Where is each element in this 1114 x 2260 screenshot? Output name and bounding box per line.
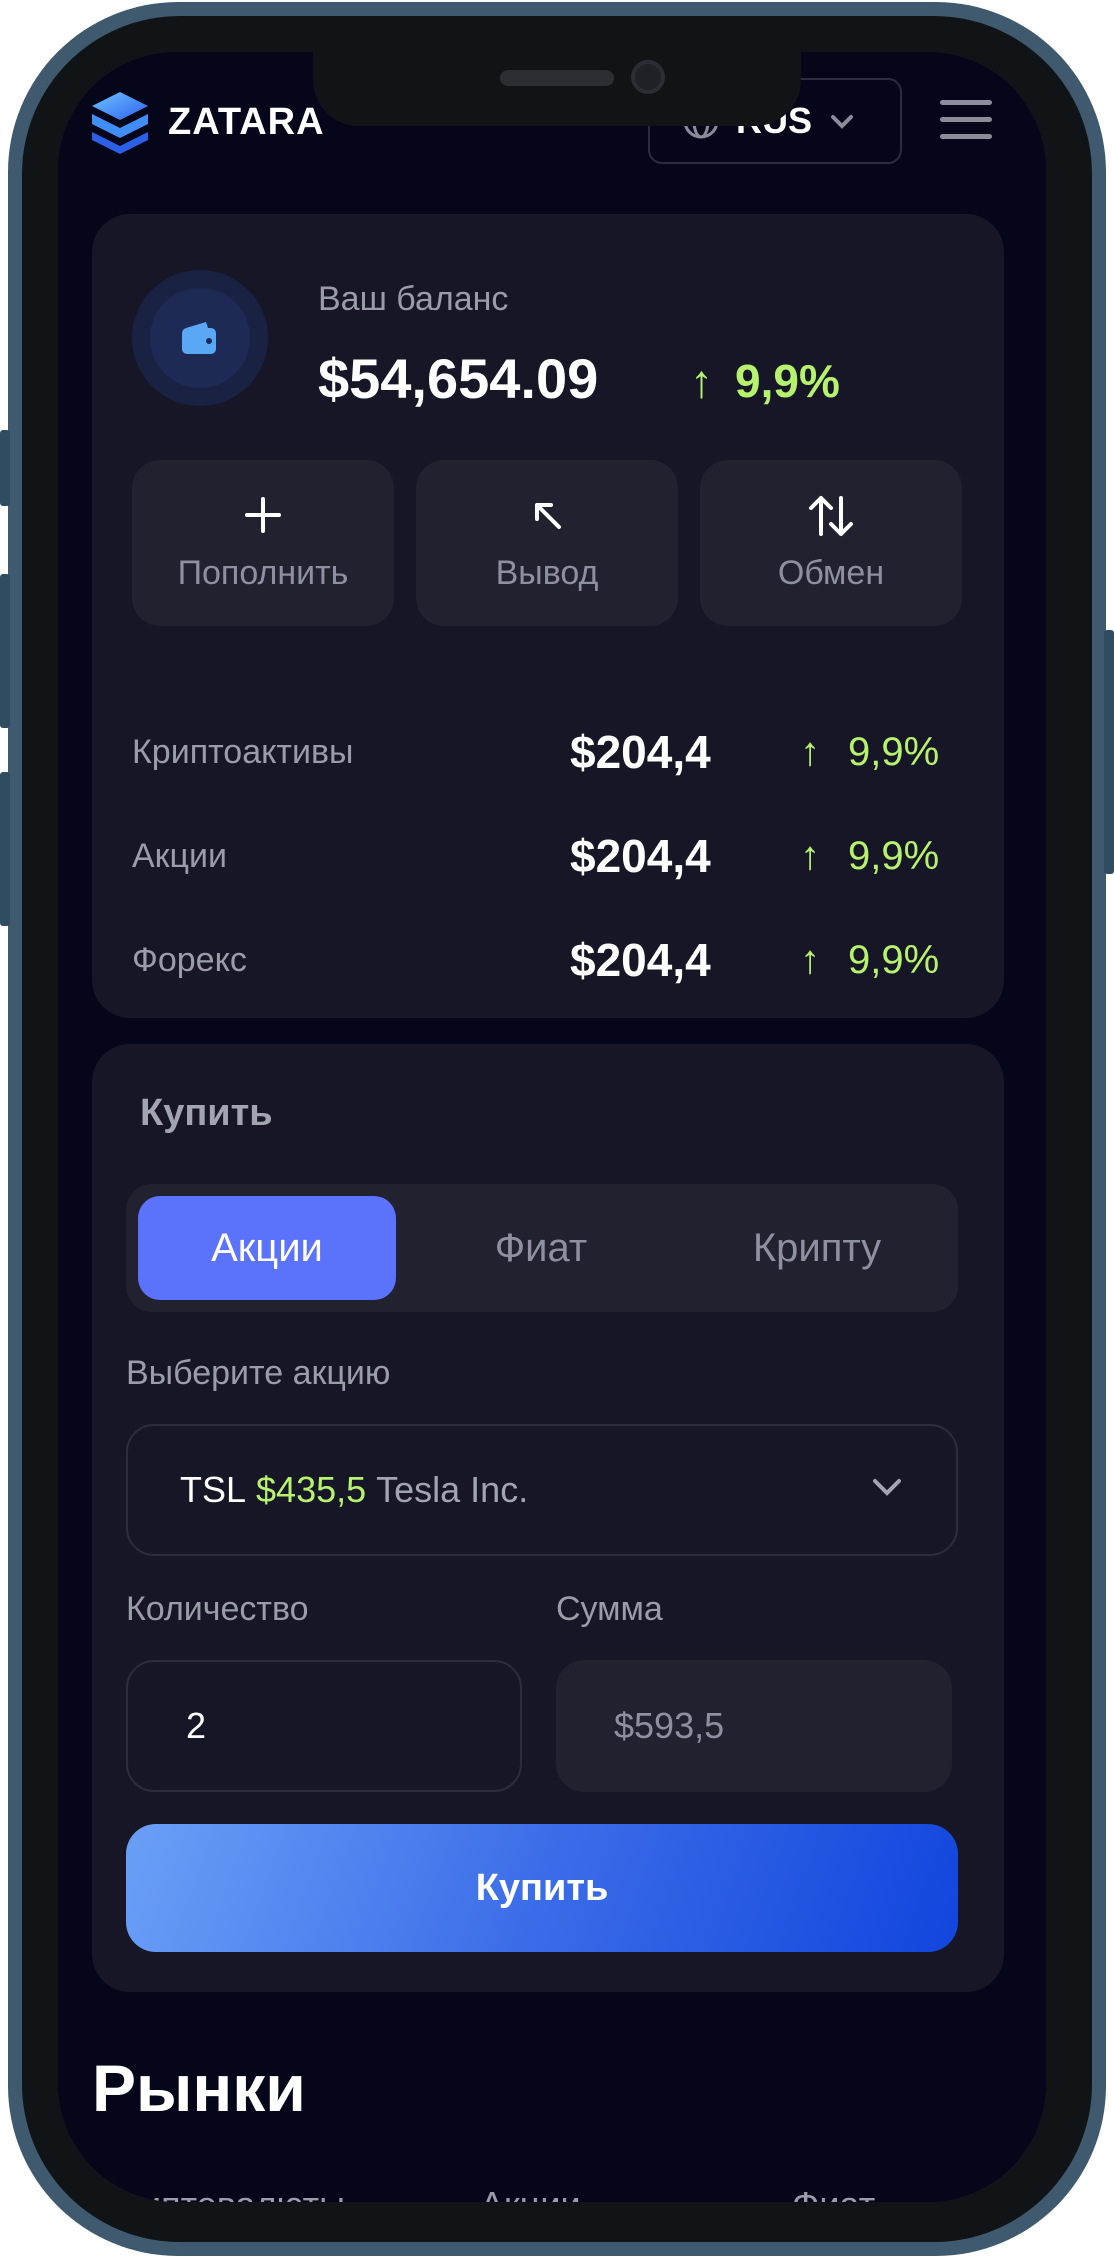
markets-tab-stocks[interactable]: Акции bbox=[480, 2184, 581, 2202]
asset-row-forex: Форекс $204,4 ↑ 9,9% bbox=[132, 908, 964, 1012]
withdraw-button[interactable]: Вывод bbox=[416, 460, 678, 626]
volume-down-button bbox=[0, 772, 10, 926]
arrow-up-icon: ↑ bbox=[800, 937, 820, 982]
asset-row-stocks: Акции $204,4 ↑ 9,9% bbox=[132, 804, 964, 908]
balance-card: Ваш баланс $54,654.09 ↑ 9,9% Пополнить В… bbox=[92, 214, 1004, 1018]
asset-change-value: 9,9% bbox=[848, 937, 940, 982]
hamburger-menu-icon[interactable] bbox=[940, 100, 992, 144]
power-button bbox=[1104, 630, 1114, 874]
buy-title: Купить bbox=[140, 1092, 273, 1134]
asset-change: ↑ 9,9% bbox=[800, 730, 939, 775]
balance-value: $54,654.09 bbox=[318, 347, 599, 410]
asset-change-value: 9,9% bbox=[848, 833, 940, 878]
markets-title: Рынки bbox=[92, 2051, 306, 2125]
mute-switch bbox=[0, 430, 10, 506]
sum-field: $593,5 bbox=[556, 1660, 952, 1792]
chevron-down-icon bbox=[831, 115, 854, 129]
deposit-label: Пополнить bbox=[177, 553, 349, 592]
asset-name: Акции bbox=[132, 836, 228, 875]
app-screen: ZATARA RUS bbox=[58, 52, 1046, 2202]
balance-change-value: 9,9% bbox=[735, 355, 840, 407]
asset-value: $204,4 bbox=[570, 726, 711, 778]
asset-value: $204,4 bbox=[570, 830, 711, 882]
arrow-up-left-icon bbox=[527, 494, 567, 544]
quantity-label: Количество bbox=[126, 1590, 309, 1628]
front-camera bbox=[631, 60, 665, 94]
quantity-input[interactable]: 2 bbox=[126, 1660, 522, 1792]
markets-tab-crypto[interactable]: Криптовалюты bbox=[100, 2184, 345, 2202]
buy-card: Купить Акции Фиат Крипту Выберите акцию … bbox=[92, 1044, 1004, 1992]
asset-list: Криптоактивы $204,4 ↑ 9,9% Акции $204,4 … bbox=[132, 700, 964, 1012]
wallet-avatar bbox=[132, 270, 268, 406]
selected-price: $435,5 bbox=[256, 1469, 367, 1510]
exchange-button[interactable]: Обмен bbox=[700, 460, 962, 626]
arrow-up-icon: ↑ bbox=[800, 833, 820, 878]
chevron-down-icon bbox=[873, 1479, 901, 1496]
logo-text: ZATARA bbox=[168, 100, 325, 143]
selected-ticker: TSL bbox=[180, 1469, 247, 1510]
asset-row-crypto: Криптоактивы $204,4 ↑ 9,9% bbox=[132, 700, 964, 804]
volume-up-button bbox=[0, 574, 10, 728]
tab-fiat[interactable]: Фиат bbox=[412, 1196, 670, 1300]
arrow-up-icon: ↑ bbox=[690, 355, 713, 407]
asset-value: $204,4 bbox=[570, 934, 711, 986]
plus-icon bbox=[243, 494, 283, 544]
exchange-label: Обмен bbox=[777, 553, 885, 592]
asset-name: Форекс bbox=[132, 940, 247, 979]
swap-icon bbox=[807, 494, 855, 544]
selected-name: Tesla Inc. bbox=[376, 1469, 529, 1510]
stock-select[interactable]: TSL $435,5 Tesla Inc. bbox=[126, 1424, 958, 1556]
asset-type-tabs: Акции Фиат Крипту bbox=[126, 1184, 958, 1312]
select-stock-label: Выберите акцию bbox=[126, 1354, 391, 1392]
app-logo[interactable]: ZATARA bbox=[90, 90, 325, 154]
asset-change-value: 9,9% bbox=[848, 729, 940, 774]
tab-stocks[interactable]: Акции bbox=[138, 1196, 396, 1300]
markets-tab-fiat[interactable]: Фиат bbox=[792, 2184, 875, 2202]
phone-notch bbox=[313, 52, 801, 126]
tab-crypto[interactable]: Крипту bbox=[688, 1196, 946, 1300]
asset-change: ↑ 9,9% bbox=[800, 938, 939, 983]
wallet-icon bbox=[182, 322, 216, 354]
deposit-button[interactable]: Пополнить bbox=[132, 460, 394, 626]
withdraw-label: Вывод bbox=[495, 553, 599, 592]
balance-change: ↑ 9,9% bbox=[690, 354, 840, 408]
asset-change: ↑ 9,9% bbox=[800, 834, 939, 879]
markets-tabs: Криптовалюты Акции Фиат bbox=[92, 2184, 992, 2202]
sum-label: Сумма bbox=[556, 1590, 663, 1628]
zatara-logo-icon bbox=[92, 92, 148, 154]
arrow-up-icon: ↑ bbox=[800, 729, 820, 774]
balance-label: Ваш баланс bbox=[318, 280, 509, 318]
asset-name: Криптоактивы bbox=[132, 732, 354, 771]
buy-button[interactable]: Купить bbox=[126, 1824, 958, 1952]
action-buttons: Пополнить Вывод Обмен bbox=[132, 460, 962, 626]
speaker-grille bbox=[500, 70, 614, 86]
